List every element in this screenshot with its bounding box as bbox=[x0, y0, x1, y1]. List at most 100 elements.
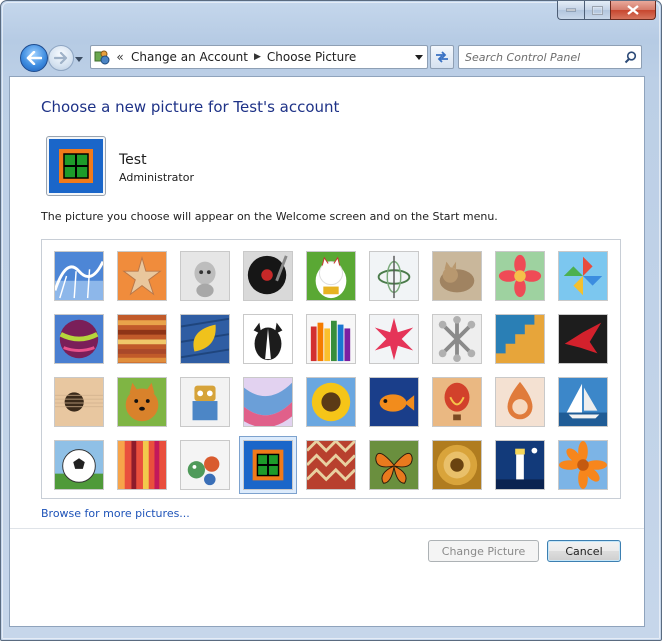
flower-picture-tile[interactable] bbox=[495, 251, 545, 301]
kitten-picture-tile[interactable] bbox=[432, 251, 482, 301]
flower-icon bbox=[496, 252, 544, 300]
marbles-picture-tile[interactable] bbox=[180, 440, 230, 490]
back-button[interactable] bbox=[20, 44, 48, 72]
jacks-icon bbox=[433, 315, 481, 363]
maximize-icon bbox=[592, 5, 603, 15]
search-box[interactable] bbox=[458, 45, 642, 69]
guitar-picture-tile[interactable] bbox=[54, 377, 104, 427]
robot-dog-icon bbox=[181, 252, 229, 300]
star-ornament-picture-tile[interactable] bbox=[369, 314, 419, 364]
stairs-picture-tile[interactable] bbox=[495, 314, 545, 364]
jacks-picture-tile[interactable] bbox=[432, 314, 482, 364]
lighthouse-picture-tile[interactable] bbox=[495, 440, 545, 490]
close-icon bbox=[627, 5, 639, 15]
caption-buttons bbox=[557, 1, 656, 21]
fabric-picture-tile[interactable] bbox=[117, 314, 167, 364]
maximize-button[interactable] bbox=[584, 1, 610, 20]
gyroscope-picture-tile[interactable] bbox=[369, 251, 419, 301]
guitar-icon bbox=[55, 378, 103, 426]
footer-divider bbox=[10, 528, 644, 529]
shell-spiral-icon bbox=[433, 441, 481, 489]
lucky-cat-picture-tile[interactable] bbox=[306, 251, 356, 301]
change-picture-button[interactable]: Change Picture bbox=[428, 540, 539, 562]
star-ornament-icon bbox=[370, 315, 418, 363]
origami-crane-picture-tile[interactable] bbox=[558, 314, 608, 364]
gyroscope-icon bbox=[370, 252, 418, 300]
control-panel-icon bbox=[91, 46, 113, 68]
striped-fabric-picture-tile[interactable] bbox=[117, 440, 167, 490]
starfish-picture-tile[interactable] bbox=[117, 251, 167, 301]
page-title: Choose a new picture for Test's account bbox=[41, 98, 340, 116]
roller-coaster-picture-tile[interactable] bbox=[54, 251, 104, 301]
forward-arrow-icon bbox=[54, 52, 68, 64]
leaf-picture-tile[interactable] bbox=[180, 314, 230, 364]
ball-picture-tile[interactable] bbox=[54, 314, 104, 364]
marbles-icon bbox=[181, 441, 229, 489]
pinwheel-picture-tile[interactable] bbox=[558, 251, 608, 301]
refresh-icon bbox=[436, 51, 448, 63]
user-name: Test bbox=[119, 152, 147, 168]
fish-picture-tile[interactable] bbox=[369, 377, 419, 427]
leaf-icon bbox=[181, 315, 229, 363]
control-panel-window: « Change an Account ▶ Choose Picture Cho… bbox=[0, 0, 662, 641]
butterfly-picture-tile[interactable] bbox=[369, 440, 419, 490]
pomeranian-picture-tile[interactable] bbox=[117, 377, 167, 427]
orange-flower-picture-tile[interactable] bbox=[558, 440, 608, 490]
breadcrumb-change-account[interactable]: Change an Account bbox=[127, 50, 252, 64]
sunflower-icon bbox=[307, 378, 355, 426]
pinwheel-icon bbox=[559, 252, 607, 300]
breadcrumb-overflow[interactable]: « bbox=[113, 50, 127, 64]
close-button[interactable] bbox=[610, 1, 656, 20]
rug-picture-tile[interactable] bbox=[306, 440, 356, 490]
soccer-ball-icon bbox=[55, 441, 103, 489]
toy-robot-icon bbox=[181, 378, 229, 426]
soccer-ball-picture-tile[interactable] bbox=[54, 440, 104, 490]
sailboat-picture-tile[interactable] bbox=[558, 377, 608, 427]
cancel-button[interactable]: Cancel bbox=[547, 540, 621, 562]
address-dropdown[interactable] bbox=[410, 46, 427, 68]
robot-dog-picture-tile[interactable] bbox=[180, 251, 230, 301]
doll-icon bbox=[496, 378, 544, 426]
breadcrumb-choose-picture[interactable]: Choose Picture bbox=[263, 50, 360, 64]
fish-icon bbox=[370, 378, 418, 426]
dog-picture-tile[interactable] bbox=[243, 314, 293, 364]
minimize-icon bbox=[566, 8, 576, 12]
stairs-icon bbox=[496, 315, 544, 363]
pomeranian-icon bbox=[118, 378, 166, 426]
shell-spiral-picture-tile[interactable] bbox=[432, 440, 482, 490]
origami-crane-icon bbox=[559, 315, 607, 363]
lighthouse-icon bbox=[496, 441, 544, 489]
dog-icon bbox=[244, 315, 292, 363]
doll-picture-tile[interactable] bbox=[495, 377, 545, 427]
toy-robot-picture-tile[interactable] bbox=[180, 377, 230, 427]
user-role: Administrator bbox=[119, 171, 194, 184]
content-pane: Choose a new picture for Test's account … bbox=[9, 76, 645, 627]
lucky-cat-icon bbox=[307, 252, 355, 300]
forward-button[interactable] bbox=[48, 45, 74, 71]
window-frame-picture-tile[interactable] bbox=[239, 436, 297, 494]
scarf-picture-tile[interactable] bbox=[243, 377, 293, 427]
crayons-icon bbox=[307, 315, 355, 363]
search-input[interactable] bbox=[459, 47, 619, 67]
recent-pages-dropdown[interactable] bbox=[75, 52, 83, 66]
scarf-icon bbox=[244, 378, 292, 426]
butterfly-icon bbox=[370, 441, 418, 489]
crayons-picture-tile[interactable] bbox=[306, 314, 356, 364]
browse-pictures-link[interactable]: Browse for more pictures... bbox=[41, 507, 190, 520]
window-frame-icon bbox=[49, 139, 103, 193]
refresh-button[interactable] bbox=[430, 45, 454, 69]
sunflower-picture-tile[interactable] bbox=[306, 377, 356, 427]
navigation-bar: « Change an Account ▶ Choose Picture bbox=[17, 41, 645, 73]
search-icon[interactable] bbox=[619, 50, 641, 64]
record-player-picture-tile[interactable] bbox=[243, 251, 293, 301]
current-user-picture bbox=[46, 136, 106, 196]
picture-description: The picture you choose will appear on th… bbox=[41, 210, 498, 223]
record-player-icon bbox=[244, 252, 292, 300]
minimize-button[interactable] bbox=[557, 1, 584, 20]
address-bar[interactable]: « Change an Account ▶ Choose Picture bbox=[90, 45, 428, 69]
hot-air-balloon-icon bbox=[433, 378, 481, 426]
hot-air-balloon-picture-tile[interactable] bbox=[432, 377, 482, 427]
breadcrumb-separator-icon[interactable]: ▶ bbox=[252, 52, 263, 62]
orange-flower-icon bbox=[559, 441, 607, 489]
window-frame-icon bbox=[244, 441, 292, 489]
